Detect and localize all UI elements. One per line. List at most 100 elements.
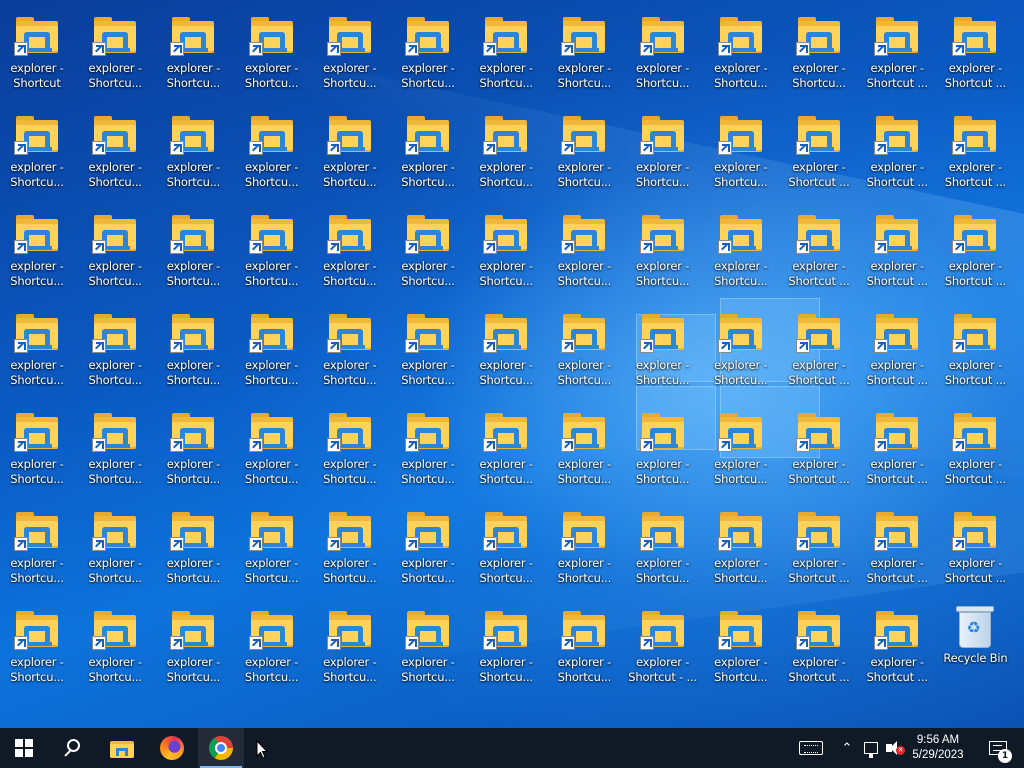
explorer-shortcut-icon[interactable]: explorer - Shortcu... (704, 301, 778, 391)
explorer-shortcut-icon[interactable]: explorer - Shortcu... (235, 4, 309, 94)
action-center-button[interactable]: 1 (978, 728, 1018, 768)
explorer-shortcut-icon[interactable]: explorer - Shortcu... (78, 301, 152, 391)
explorer-shortcut-icon[interactable]: explorer - Shortcu... (0, 499, 74, 589)
explorer-shortcut-icon[interactable]: explorer - Shortcu... (156, 103, 230, 193)
explorer-shortcut-icon[interactable]: explorer - Shortcu... (547, 400, 621, 490)
explorer-shortcut-icon[interactable]: explorer - Shortcu... (391, 202, 465, 292)
explorer-shortcut-icon[interactable]: explorer - Shortcut ... (782, 499, 856, 589)
explorer-shortcut-icon[interactable]: explorer - Shortcu... (547, 301, 621, 391)
explorer-shortcut-icon[interactable]: explorer - Shortcu... (626, 301, 700, 391)
explorer-shortcut-icon[interactable]: explorer - Shortcu... (0, 202, 74, 292)
explorer-shortcut-icon[interactable]: explorer - Shortcu... (156, 202, 230, 292)
explorer-shortcut-icon[interactable]: explorer - Shortcut ... (782, 202, 856, 292)
explorer-shortcut-icon[interactable]: explorer - Shortcu... (313, 499, 387, 589)
explorer-shortcut-icon[interactable]: explorer - Shortcut ... (938, 103, 1012, 193)
explorer-shortcut-icon[interactable]: explorer - Shortcu... (547, 103, 621, 193)
explorer-shortcut-icon[interactable]: explorer - Shortcu... (547, 499, 621, 589)
explorer-shortcut-icon[interactable]: explorer - Shortcu... (547, 4, 621, 94)
explorer-shortcut-icon[interactable]: explorer - Shortcu... (391, 103, 465, 193)
explorer-shortcut-icon[interactable]: explorer - Shortcu... (235, 103, 309, 193)
explorer-shortcut-icon[interactable]: explorer - Shortcut ... (860, 499, 934, 589)
explorer-shortcut-icon[interactable]: explorer - Shortcut ... (860, 4, 934, 94)
explorer-shortcut-icon[interactable]: explorer - Shortcut ... (860, 598, 934, 688)
explorer-shortcut-icon[interactable]: explorer - Shortcu... (626, 400, 700, 490)
explorer-shortcut-icon[interactable]: explorer - Shortcu... (0, 301, 74, 391)
explorer-shortcut-icon[interactable]: explorer - Shortcu... (313, 202, 387, 292)
explorer-shortcut-icon[interactable]: explorer - Shortcu... (156, 400, 230, 490)
explorer-shortcut-icon[interactable]: explorer - Shortcut - ... (626, 598, 700, 688)
explorer-shortcut-icon[interactable]: explorer - Shortcu... (235, 400, 309, 490)
explorer-shortcut-icon[interactable]: explorer - Shortcu... (313, 598, 387, 688)
explorer-shortcut-icon[interactable]: explorer - Shortcu... (0, 103, 74, 193)
explorer-shortcut-icon[interactable]: explorer - Shortcu... (704, 103, 778, 193)
explorer-shortcut-icon[interactable]: explorer - Shortcu... (782, 4, 856, 94)
explorer-shortcut-icon[interactable]: explorer - Shortcu... (626, 103, 700, 193)
explorer-shortcut-icon[interactable]: explorer - Shortcu... (469, 301, 543, 391)
explorer-shortcut-icon[interactable]: explorer - Shortcut (0, 4, 74, 94)
explorer-shortcut-icon[interactable]: explorer - Shortcut ... (860, 103, 934, 193)
explorer-shortcut-icon[interactable]: explorer - Shortcut ... (938, 499, 1012, 589)
explorer-shortcut-icon[interactable]: explorer - Shortcu... (704, 400, 778, 490)
explorer-shortcut-icon[interactable]: explorer - Shortcu... (391, 598, 465, 688)
explorer-shortcut-icon[interactable]: explorer - Shortcu... (0, 598, 74, 688)
explorer-shortcut-icon[interactable]: explorer - Shortcu... (704, 202, 778, 292)
explorer-shortcut-icon[interactable]: explorer - Shortcu... (313, 103, 387, 193)
explorer-shortcut-icon[interactable]: explorer - Shortcu... (78, 400, 152, 490)
file-explorer-button[interactable] (98, 728, 146, 768)
explorer-shortcut-icon[interactable]: explorer - Shortcu... (704, 598, 778, 688)
explorer-shortcut-icon[interactable]: explorer - Shortcut ... (938, 4, 1012, 94)
show-hidden-icons-button[interactable]: ⌃ (838, 728, 856, 768)
explorer-shortcut-icon[interactable]: explorer - Shortcu... (391, 499, 465, 589)
explorer-shortcut-icon[interactable]: explorer - Shortcu... (391, 4, 465, 94)
explorer-shortcut-icon[interactable]: explorer - Shortcut ... (782, 598, 856, 688)
touch-keyboard-button[interactable] (795, 728, 827, 768)
explorer-shortcut-icon[interactable]: explorer - Shortcu... (235, 301, 309, 391)
explorer-shortcut-icon[interactable]: explorer - Shortcu... (547, 202, 621, 292)
explorer-shortcut-icon[interactable]: explorer - Shortcu... (78, 499, 152, 589)
explorer-shortcut-icon[interactable]: explorer - Shortcu... (704, 4, 778, 94)
explorer-shortcut-icon[interactable]: explorer - Shortcut ... (938, 202, 1012, 292)
explorer-shortcut-icon[interactable]: explorer - Shortcu... (78, 202, 152, 292)
explorer-shortcut-icon[interactable]: explorer - Shortcu... (469, 103, 543, 193)
explorer-shortcut-icon[interactable]: explorer - Shortcu... (626, 202, 700, 292)
explorer-shortcut-icon[interactable]: explorer - Shortcu... (235, 499, 309, 589)
explorer-shortcut-icon[interactable]: explorer - Shortcu... (156, 499, 230, 589)
explorer-shortcut-icon[interactable]: explorer - Shortcu... (469, 400, 543, 490)
chrome-button[interactable] (198, 728, 244, 768)
explorer-shortcut-icon[interactable]: explorer - Shortcu... (704, 499, 778, 589)
explorer-shortcut-icon[interactable]: explorer - Shortcut ... (782, 301, 856, 391)
explorer-shortcut-icon[interactable]: explorer - Shortcut ... (782, 103, 856, 193)
explorer-shortcut-icon[interactable]: explorer - Shortcu... (469, 202, 543, 292)
explorer-shortcut-icon[interactable]: explorer - Shortcut ... (860, 202, 934, 292)
explorer-shortcut-icon[interactable]: explorer - Shortcut ... (938, 400, 1012, 490)
explorer-shortcut-icon[interactable]: explorer - Shortcu... (313, 4, 387, 94)
explorer-shortcut-icon[interactable]: explorer - Shortcu... (547, 598, 621, 688)
explorer-shortcut-icon[interactable]: explorer - Shortcut ... (938, 301, 1012, 391)
explorer-shortcut-icon[interactable]: explorer - Shortcu... (469, 4, 543, 94)
explorer-shortcut-icon[interactable]: explorer - Shortcu... (313, 301, 387, 391)
volume-button[interactable]: ✕ (884, 728, 906, 768)
explorer-shortcut-icon[interactable]: explorer - Shortcu... (78, 598, 152, 688)
network-button[interactable] (860, 728, 882, 768)
explorer-shortcut-icon[interactable]: explorer - Shortcu... (156, 4, 230, 94)
firefox-button[interactable] (148, 728, 196, 768)
recycle-bin[interactable]: ♻ Recycle Bin (938, 594, 1012, 684)
explorer-shortcut-icon[interactable]: explorer - Shortcut ... (860, 301, 934, 391)
explorer-shortcut-icon[interactable]: explorer - Shortcu... (391, 301, 465, 391)
explorer-shortcut-icon[interactable]: explorer - Shortcu... (0, 400, 74, 490)
explorer-shortcut-icon[interactable]: explorer - Shortcu... (626, 499, 700, 589)
explorer-shortcut-icon[interactable]: explorer - Shortcu... (78, 4, 152, 94)
search-button[interactable] (48, 728, 96, 768)
explorer-shortcut-icon[interactable]: explorer - Shortcu... (391, 400, 465, 490)
explorer-shortcut-icon[interactable]: explorer - Shortcu... (469, 598, 543, 688)
explorer-shortcut-icon[interactable]: explorer - Shortcu... (313, 400, 387, 490)
explorer-shortcut-icon[interactable]: explorer - Shortcu... (156, 598, 230, 688)
desktop[interactable]: explorer - Shortcut explorer - Shortcu... ex… (0, 0, 1024, 728)
explorer-shortcut-icon[interactable]: explorer - Shortcut ... (782, 400, 856, 490)
explorer-shortcut-icon[interactable]: explorer - Shortcu... (235, 598, 309, 688)
explorer-shortcut-icon[interactable]: explorer - Shortcu... (235, 202, 309, 292)
clock-button[interactable]: 9:56 AM 5/29/2023 (906, 728, 970, 768)
explorer-shortcut-icon[interactable]: explorer - Shortcu... (156, 301, 230, 391)
explorer-shortcut-icon[interactable]: explorer - Shortcu... (78, 103, 152, 193)
start-button[interactable] (0, 728, 48, 768)
